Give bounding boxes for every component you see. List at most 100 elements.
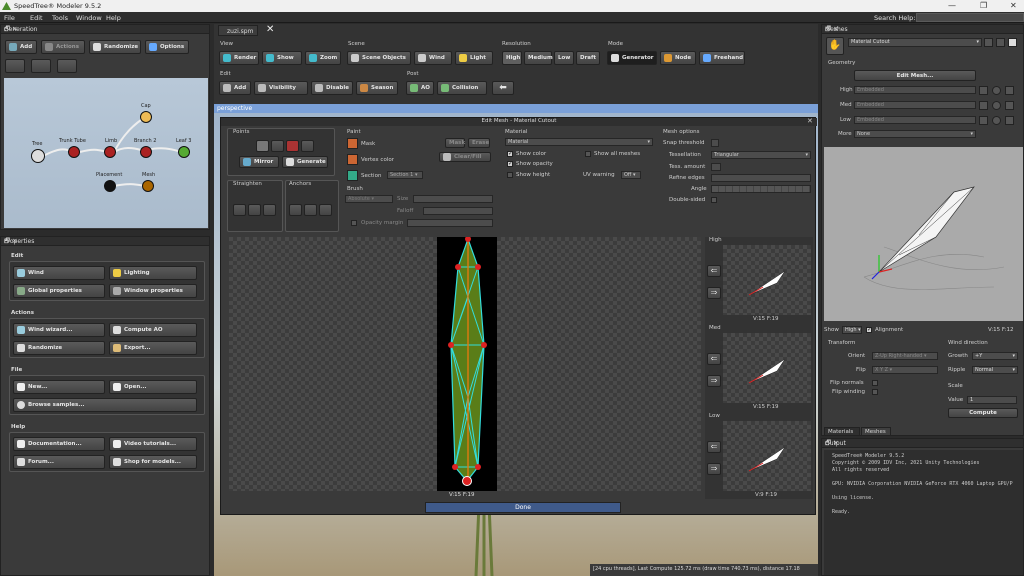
anchor-add-button[interactable] (289, 204, 302, 216)
material-select[interactable]: Material ▾ (505, 138, 653, 146)
edit-mesh-button[interactable]: Edit Mesh... (854, 70, 976, 81)
mesh-copy-button[interactable] (1008, 38, 1017, 47)
point-select-button[interactable] (256, 140, 269, 152)
point-add-button[interactable] (271, 140, 284, 152)
lod-high-left-arrow-icon[interactable]: ⇐ (707, 265, 721, 277)
video-tutorials-button[interactable]: Video tutorials... (109, 437, 197, 451)
scene-wind-button[interactable]: Wind (414, 51, 452, 65)
vertex-color-swatch[interactable] (347, 154, 358, 165)
tool-curve-button[interactable] (5, 59, 25, 73)
growth-select[interactable]: +Y ▾ (972, 352, 1018, 360)
open-button[interactable]: Open... (109, 380, 197, 394)
res-high-button[interactable]: High (502, 51, 522, 65)
show-opacity-checkbox[interactable] (507, 160, 513, 167)
node-leaf[interactable] (178, 146, 190, 158)
generation-graph[interactable]: Tree Trunk Tube Limb Branch 2 Leaf 3 Cap… (4, 78, 208, 228)
scene-objects-button[interactable]: Scene Objects (347, 51, 411, 65)
tessellation-select[interactable]: Triangular ▾ (711, 151, 811, 159)
anchor-move-button[interactable] (319, 204, 332, 216)
node-tree[interactable] (31, 149, 45, 163)
ao-button[interactable]: AO (406, 81, 434, 95)
close-tab-icon[interactable]: ✕ (266, 24, 274, 35)
add-button[interactable]: Add (5, 40, 37, 54)
minimize-icon[interactable]: — (948, 1, 956, 10)
mask-swatch[interactable] (347, 138, 358, 149)
new-button[interactable]: New... (13, 380, 105, 394)
opacity-slider[interactable] (407, 219, 493, 227)
actions-button[interactable]: Actions (41, 40, 85, 54)
output-log[interactable]: SpeedTree® Modeler 9.5.2 Copyright © 200… (824, 450, 1023, 575)
point-delete-button[interactable] (286, 140, 299, 152)
section-swatch[interactable] (347, 170, 358, 181)
clear-fill-button[interactable]: Clear/Fill (439, 152, 491, 162)
mesh-select[interactable]: Material Cutout ▾ (848, 38, 982, 47)
panel-close-icon[interactable]: 🗗 ✕ (4, 237, 206, 248)
edit-add-button[interactable]: Add (219, 81, 251, 95)
flip-select[interactable]: X Y Z ▾ (872, 366, 938, 374)
visibility-button[interactable]: Visibility (254, 81, 308, 95)
straighten-b-button[interactable] (248, 204, 261, 216)
done-button[interactable]: Done (425, 502, 621, 513)
hand-icon[interactable]: ✋ (826, 37, 844, 55)
geo-med-refresh-icon[interactable] (992, 101, 1001, 110)
lighting-button[interactable]: Lighting (109, 266, 197, 280)
geo-low-browse-button[interactable] (979, 116, 988, 125)
lod-low-right-arrow-icon[interactable]: ⇒ (707, 463, 721, 475)
compute-ao-button[interactable]: Compute AO (109, 323, 197, 337)
collision-button[interactable]: Collision (437, 81, 487, 95)
paint-mask-button[interactable]: Mask (445, 138, 465, 148)
zoom-button[interactable]: Zoom (305, 51, 341, 65)
render-button[interactable]: Render (219, 51, 259, 65)
global-properties-button[interactable]: Global properties (13, 284, 105, 298)
section-select[interactable]: Section 1 ▾ (387, 171, 423, 179)
close-window-icon[interactable]: ✕ (1010, 1, 1017, 10)
node-placement[interactable] (104, 180, 116, 192)
show-select[interactable]: High ▾ (842, 326, 862, 334)
back-button[interactable]: ⬅ (492, 81, 514, 95)
brush-mode-select[interactable]: Absolute ▾ (345, 195, 393, 203)
refine-edges-slider[interactable] (711, 174, 811, 182)
mode-generator-button[interactable]: Generator (607, 51, 657, 65)
geo-low-field[interactable]: Embedded (854, 116, 976, 124)
tess-amount-field[interactable] (711, 163, 721, 171)
scale-value-input[interactable]: 1 (967, 396, 1017, 404)
randomize-props-button[interactable]: Randomize (13, 341, 105, 355)
menu-edit[interactable]: Edit (30, 14, 43, 22)
ripple-select[interactable]: Normal ▾ (972, 366, 1018, 374)
menu-help[interactable]: Help (106, 14, 121, 22)
geo-med-browse-button[interactable] (979, 101, 988, 110)
panel-close-icon[interactable]: 🗗 ✕ (825, 439, 1020, 450)
brush-size-slider[interactable] (413, 195, 493, 203)
wind-wizard-button[interactable]: Wind wizard... (13, 323, 105, 337)
geo-med-field[interactable]: Embedded (854, 101, 976, 109)
res-draft-button[interactable]: Draft (576, 51, 600, 65)
straighten-c-button[interactable] (263, 204, 276, 216)
forum-button[interactable]: Forum... (13, 455, 105, 469)
wind-button[interactable]: Wind (13, 266, 105, 280)
geo-low-grid-icon[interactable] (1005, 116, 1014, 125)
alignment-checkbox[interactable] (866, 326, 872, 333)
generate-button[interactable]: Generate (282, 156, 328, 168)
lod-med-left-arrow-icon[interactable]: ⇐ (707, 353, 721, 365)
orient-select[interactable]: Z-Up Right-handed ▾ (872, 352, 938, 360)
point-move-button[interactable] (301, 140, 314, 152)
season-button[interactable]: Season (356, 81, 398, 95)
node-branch[interactable] (140, 146, 152, 158)
mode-node-button[interactable]: Node (660, 51, 696, 65)
geo-med-grid-icon[interactable] (1005, 101, 1014, 110)
uv-warning-select[interactable]: Off ▾ (621, 171, 641, 179)
export-button[interactable]: Export... (109, 341, 197, 355)
mode-freehand-button[interactable]: Freehand (699, 51, 745, 65)
node-limb[interactable] (104, 146, 116, 158)
randomize-button[interactable]: Randomize (89, 40, 141, 54)
documentation-button[interactable]: Documentation... (13, 437, 105, 451)
shop-button[interactable]: Shop for models... (109, 455, 197, 469)
lod-low-left-arrow-icon[interactable]: ⇐ (707, 441, 721, 453)
panel-close-icon[interactable]: 🗗 ✕ (825, 25, 1020, 36)
anchor-remove-button[interactable] (304, 204, 317, 216)
show-color-checkbox[interactable] (507, 150, 513, 157)
geo-low-refresh-icon[interactable] (992, 116, 1001, 125)
menu-window[interactable]: Window (76, 14, 102, 22)
node-cap[interactable] (140, 111, 152, 123)
geo-high-field[interactable]: Embedded (854, 86, 976, 94)
